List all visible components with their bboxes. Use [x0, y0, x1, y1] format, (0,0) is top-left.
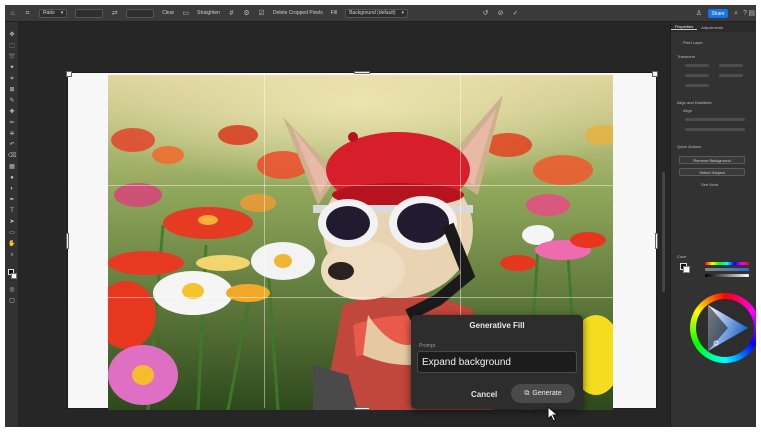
search-icon[interactable]: ⌕: [734, 10, 738, 17]
tab-properties[interactable]: Properties: [671, 24, 698, 30]
delete-cropped-label: Delete Cropped Pixels: [272, 10, 323, 16]
delete-cropped-checkbox[interactable]: ☑: [258, 10, 265, 17]
height-field[interactable]: [719, 64, 743, 67]
straighten-button[interactable]: Straighten: [197, 10, 220, 16]
crop-grid-line: [68, 185, 656, 186]
crop-grid-line: [264, 73, 265, 408]
fill-label: Fill: [330, 10, 338, 16]
see-more-link[interactable]: See More: [701, 182, 718, 187]
straighten-icon[interactable]: ▭: [182, 10, 189, 17]
home-icon[interactable]: ⌂: [9, 10, 16, 17]
distribute-buttons-row[interactable]: [685, 128, 745, 131]
marquee-tool-icon[interactable]: ⬚: [8, 43, 16, 49]
options-bar: ⌂ ⌗ Ratio ▾ ⇄ Clear ▭ Straighten # ⚙ ☑ D…: [5, 5, 756, 22]
crop-handle-left[interactable]: [66, 233, 69, 249]
generate-button[interactable]: ⧉ Generate: [511, 384, 575, 403]
clear-button[interactable]: Clear: [162, 10, 174, 16]
x-field[interactable]: [685, 74, 709, 77]
ratio-height-field[interactable]: [126, 8, 155, 18]
tab-adjustments[interactable]: Adjustments: [697, 25, 727, 30]
gradient-tool-icon[interactable]: ▦: [8, 164, 16, 170]
dodge-tool-icon[interactable]: ◐: [8, 186, 16, 192]
hand-tool-icon[interactable]: ✋: [8, 241, 16, 247]
healing-brush-tool-icon[interactable]: ✚: [8, 109, 16, 115]
magic-wand-tool-icon[interactable]: ✦: [8, 65, 16, 71]
cancel-button[interactable]: Cancel: [471, 390, 497, 399]
toolbar: ✥ ⬚ ➰ ✦ ⌗ ⊠ ✎ ✚ ✏ ⎈ ↶ ⌫ ▦ ● ◐ ✒ T ➤ ▭ ✋ …: [5, 22, 19, 427]
crop-handle-top[interactable]: [354, 71, 370, 74]
overlay-grid-icon[interactable]: #: [228, 10, 235, 17]
move-tool-icon[interactable]: ✥: [8, 32, 16, 38]
crop-handle-right[interactable]: [655, 233, 658, 249]
fill-select[interactable]: Background (default) ▾: [345, 8, 409, 18]
color-triangle[interactable]: [706, 303, 750, 353]
clone-stamp-tool-icon[interactable]: ⎈: [8, 131, 16, 137]
prompt-input[interactable]: Expand background: [417, 351, 577, 373]
crop-grid-line: [68, 297, 656, 298]
align-sublabel: Align: [683, 108, 692, 113]
generate-label: Generate: [532, 390, 562, 397]
swap-icon[interactable]: ⇄: [111, 10, 118, 17]
y-field[interactable]: [719, 74, 743, 77]
zoom-tool-icon[interactable]: ⌕: [8, 252, 16, 258]
settings-gear-icon[interactable]: ⚙: [243, 10, 250, 17]
type-tool-icon[interactable]: T: [8, 208, 16, 214]
crop-tool-icon[interactable]: ⌗: [8, 76, 16, 82]
generative-fill-dialog: Generative Fill Prompt Expand background…: [411, 315, 583, 409]
path-selection-tool-icon[interactable]: ➤: [8, 219, 16, 225]
panel-tabs: Properties Adjustments: [671, 22, 756, 32]
generate-icon: ⧉: [524, 390, 530, 397]
prompt-label: Prompt: [419, 343, 436, 349]
blur-tool-icon[interactable]: ●: [8, 175, 16, 181]
layer-type-label: Pixel Layer: [683, 40, 703, 45]
crop-tool-icon[interactable]: ⌗: [24, 10, 31, 17]
help-icon[interactable]: ?: [743, 10, 747, 17]
history-brush-tool-icon[interactable]: ↶: [8, 142, 16, 148]
chevron-down-icon: ▾: [401, 10, 405, 16]
align-buttons-row[interactable]: [685, 118, 745, 121]
commit-crop-icon[interactable]: ✓: [512, 10, 519, 17]
crop-preset-select[interactable]: Ratio ▾: [39, 8, 68, 18]
width-field[interactable]: [685, 64, 709, 67]
chevron-down-icon: ▾: [60, 10, 64, 16]
screen-mode-icon[interactable]: ▢: [8, 298, 16, 304]
saturation-slider[interactable]: [705, 268, 749, 271]
dialog-title: Generative Fill: [469, 321, 525, 330]
reset-icon[interactable]: ↺: [482, 10, 489, 17]
quick-actions-section[interactable]: Quick Actions: [677, 144, 701, 149]
angle-field[interactable]: [685, 84, 709, 87]
cancel-crop-icon[interactable]: ⊘: [497, 10, 504, 17]
frame-tool-icon[interactable]: ⊠: [8, 87, 16, 93]
mouse-cursor-icon: [547, 406, 559, 422]
rectangle-tool-icon[interactable]: ▭: [8, 230, 16, 236]
brush-tool-icon[interactable]: ✏: [8, 120, 16, 126]
ratio-width-field[interactable]: [75, 8, 104, 18]
pen-tool-icon[interactable]: ✒: [8, 197, 16, 203]
remove-background-button[interactable]: Remove Background: [679, 156, 745, 164]
eyedropper-tool-icon[interactable]: ✎: [8, 98, 16, 104]
hue-slider[interactable]: [705, 262, 749, 265]
lasso-tool-icon[interactable]: ➰: [8, 54, 16, 60]
crop-handle-corner[interactable]: [652, 71, 658, 77]
align-section[interactable]: Align and Distribute: [677, 100, 712, 105]
crop-handle-bottom[interactable]: [354, 407, 370, 410]
canvas-scrollbar[interactable]: [662, 172, 665, 292]
eraser-tool-icon[interactable]: ⌫: [8, 153, 16, 159]
properties-panel: Properties Adjustments Pixel Layer Trans…: [670, 22, 756, 427]
workspace-icon[interactable]: ▤: [748, 10, 755, 17]
brightness-slider[interactable]: [705, 274, 749, 277]
background-color-swatch[interactable]: [11, 273, 17, 279]
color-background-swatch[interactable]: [683, 266, 690, 273]
transform-section[interactable]: Transform: [677, 54, 695, 59]
select-subject-button[interactable]: Select Subject: [679, 168, 745, 176]
crop-handle-corner[interactable]: [66, 71, 72, 77]
photoshop-window: ⌂ ⌗ Ratio ▾ ⇄ Clear ▭ Straighten # ⚙ ☑ D…: [5, 5, 756, 427]
quick-mask-icon[interactable]: ◎: [8, 287, 16, 293]
share-button[interactable]: Share: [708, 9, 728, 18]
color-panel-title: Color: [677, 254, 687, 259]
user-icon[interactable]: ♙: [696, 10, 702, 17]
